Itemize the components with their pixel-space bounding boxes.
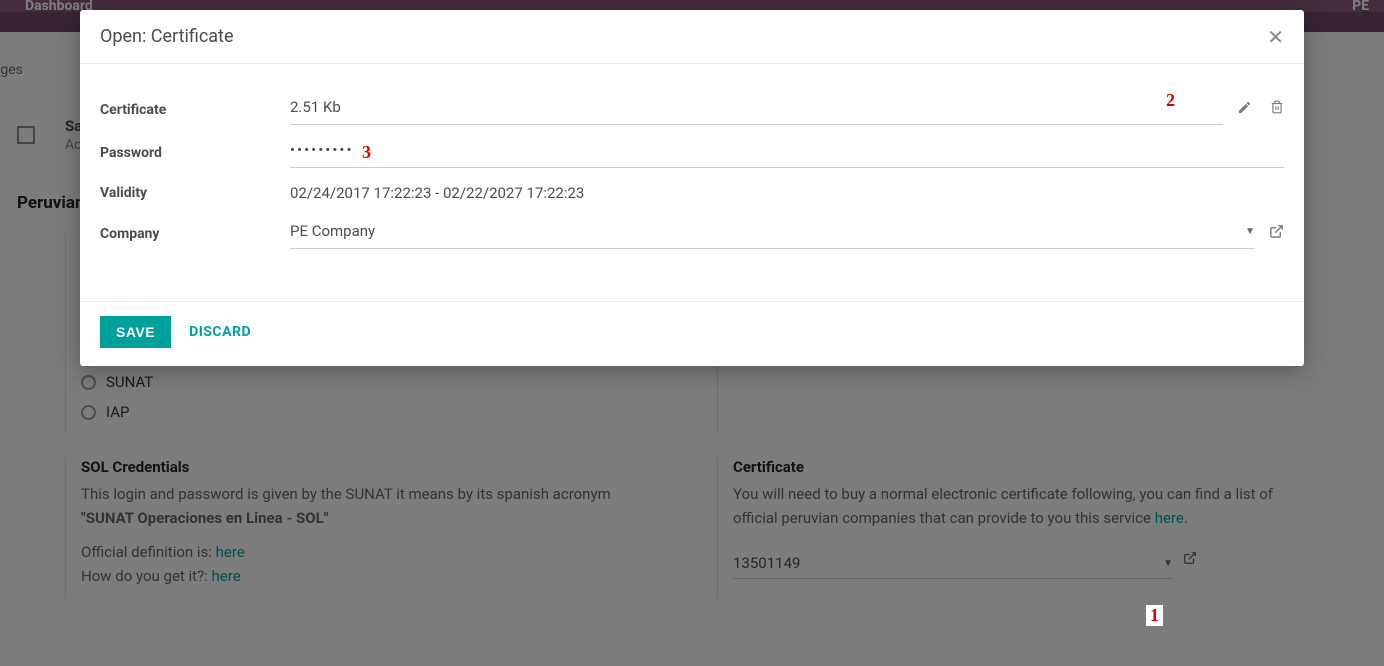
modal-title: Open: Certificate bbox=[100, 26, 234, 47]
annotation-2: 2 bbox=[1166, 90, 1175, 111]
annotation-3: 3 bbox=[362, 142, 371, 163]
company-field[interactable]: PE Company ▼ bbox=[290, 218, 1255, 249]
save-button[interactable]: SAVE bbox=[100, 316, 171, 348]
caret-down-icon: ▼ bbox=[1245, 226, 1255, 237]
pencil-icon[interactable] bbox=[1237, 100, 1252, 119]
validity-value: 02/24/2017 17:22:23 - 02/22/2027 17:22:2… bbox=[290, 180, 584, 206]
modal-header: Open: Certificate ✕ bbox=[80, 10, 1304, 64]
modal-body: Certificate 2.51 Kb Password bbox=[80, 64, 1304, 301]
discard-button[interactable]: DISCARD bbox=[189, 324, 251, 340]
certificate-modal: Open: Certificate ✕ Certificate 2.51 Kb bbox=[80, 10, 1304, 366]
company-label: Company bbox=[100, 226, 290, 242]
annotation-1: 1 bbox=[1146, 605, 1163, 626]
password-label: Password bbox=[100, 145, 290, 161]
external-link-icon[interactable] bbox=[1269, 224, 1284, 243]
trash-icon[interactable] bbox=[1270, 100, 1284, 119]
certificate-label: Certificate bbox=[100, 102, 290, 118]
certificate-field[interactable]: 2.51 Kb bbox=[290, 94, 1223, 125]
validity-label: Validity bbox=[100, 185, 290, 201]
password-field[interactable]: ••••••••• bbox=[290, 137, 1284, 168]
close-icon[interactable]: ✕ bbox=[1267, 27, 1284, 47]
modal-footer: SAVE DISCARD bbox=[80, 301, 1304, 366]
